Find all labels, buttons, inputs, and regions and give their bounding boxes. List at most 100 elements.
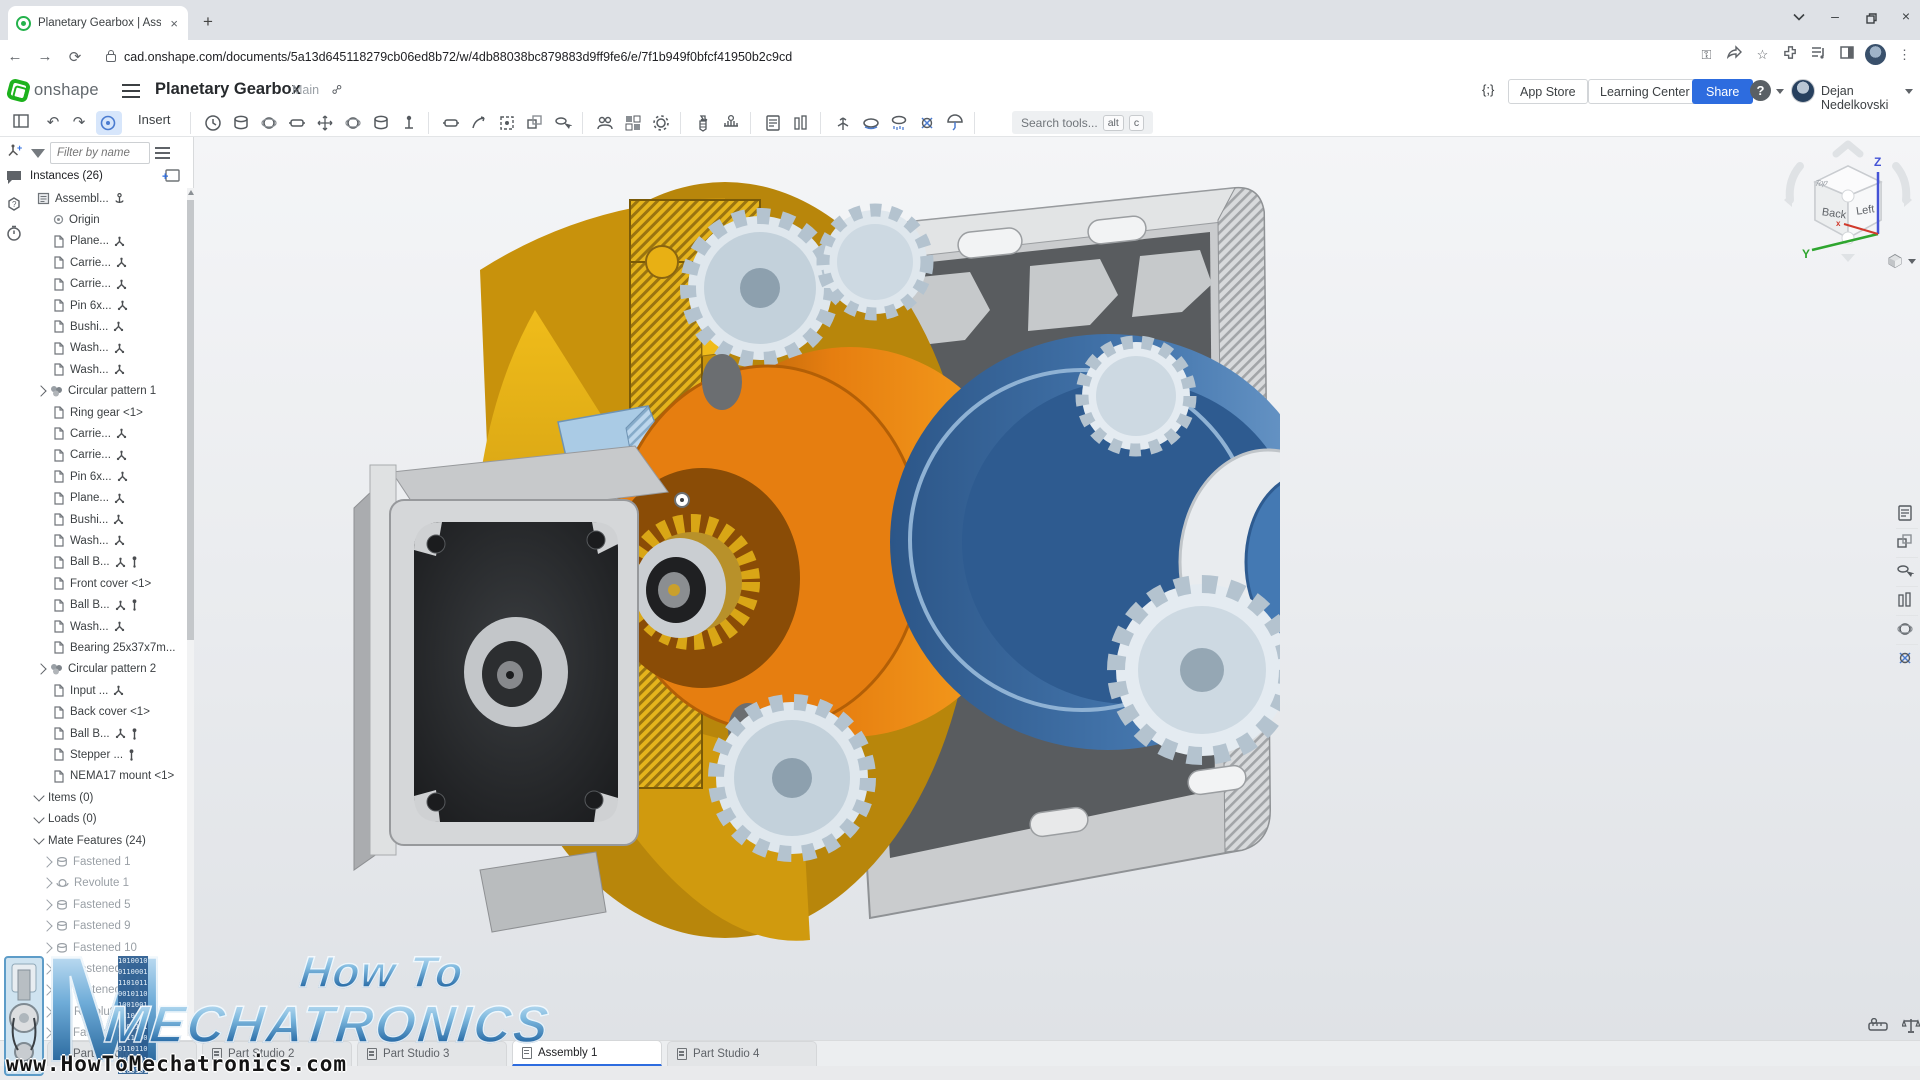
tree-item-front-cover-1[interactable]: Front cover <1> [53,573,151,594]
parallel-mate-icon[interactable] [440,113,462,133]
chevron-right-icon[interactable] [35,664,46,675]
cylindrical-mate-icon[interactable] [370,113,392,133]
tree-item-ball-b[interactable]: Ball B... [53,723,138,744]
tree-item-bearing-25x37x7m[interactable]: Bearing 25x37x7m... [53,637,175,658]
tab-close-icon[interactable]: × [168,16,180,31]
history-clock-icon[interactable] [202,113,224,133]
tree-item-revolute-1[interactable]: Revolute 1 [43,873,129,894]
measure-ruler-icon[interactable] [1868,1018,1888,1038]
bom-table-icon[interactable] [1896,504,1916,524]
active-tool-highlight[interactable] [96,111,122,135]
display-states-icon[interactable] [888,113,910,133]
tab-search-chevron-icon[interactable] [1786,8,1812,24]
tree-item-fastened-5[interactable]: Fastened 5 [43,894,131,915]
history-timer-icon[interactable] [6,225,24,243]
address-bar[interactable]: cad.onshape.com/documents/5a13d645118279… [96,45,1376,69]
planar-mate-icon[interactable] [314,113,336,133]
app-store-button[interactable]: App Store [1508,79,1588,104]
new-tab-button[interactable]: + [196,12,220,32]
tree-item-back-cover-1[interactable]: Back cover <1> [53,702,150,723]
tab-part-studio-2[interactable]: Part Studio 2 [202,1041,352,1066]
chevron-right-icon[interactable] [41,878,52,889]
help-caret-icon[interactable] [1776,89,1784,94]
tab-part-studio-1[interactable]: Part Studio 1 [47,1041,197,1066]
tree-item-bushi[interactable]: Bushi... [53,509,124,530]
tree-item-ball-b[interactable]: Ball B... [53,552,138,573]
browser-menu-kebab-icon[interactable]: ⋮ [1895,45,1914,64]
tree-item-carrie[interactable]: Carrie... [53,252,127,273]
password-key-icon[interactable]: ⚿ [1697,45,1716,64]
tab-manager-icon[interactable] [6,1043,21,1063]
share-page-icon[interactable] [1725,45,1744,64]
redo-icon[interactable]: ↷ [68,113,90,133]
select-scope-icon[interactable] [496,113,518,133]
reload-icon[interactable]: ⟳ [60,48,90,66]
tree-item-carrie[interactable]: Carrie... [53,274,127,295]
chevron-down-icon[interactable] [33,833,44,844]
reading-list-icon[interactable] [1809,45,1828,64]
replicate-icon[interactable] [524,113,546,133]
interference-icon[interactable] [790,113,812,133]
workspace-name[interactable]: Main [292,83,319,97]
shortcut-toolbar-icon[interactable] [1896,649,1916,669]
view-cube[interactable]: Back Left Top Z Y x [1778,138,1918,268]
tree-item-nema17-mount-1[interactable]: NEMA17 mount <1> [53,766,174,787]
chevron-right-icon[interactable] [41,963,52,974]
tree-item-fastened-4[interactable]: Fastened 4 [43,1023,131,1040]
browser-profile-avatar[interactable] [1865,44,1886,65]
pattern-icon[interactable] [622,113,644,133]
tree-item-assembl[interactable]: Assembl... [37,188,125,209]
user-avatar[interactable] [1791,79,1815,103]
drag-part-icon[interactable] [552,113,574,133]
tree-item-wash[interactable]: Wash... [53,338,125,359]
rack-pinion-icon[interactable] [720,113,742,133]
snap-mode-icon[interactable] [468,113,490,133]
forward-icon[interactable]: → [30,48,60,65]
list-view-icon[interactable] [155,147,170,159]
group-icon[interactable] [594,113,616,133]
tree-item-fastened-9[interactable]: Fastened 9 [43,916,131,937]
gear-relation-icon[interactable] [650,113,672,133]
user-menu-caret-icon[interactable] [1905,89,1913,94]
chevron-down-icon[interactable] [33,812,44,823]
back-icon[interactable]: ← [0,48,30,65]
add-tab-icon[interactable]: + [31,1043,41,1063]
undo-icon[interactable]: ↶ [42,113,64,133]
pin-slot-mate-icon[interactable] [398,113,420,133]
tree-item-wash[interactable]: Wash... [53,530,125,551]
panel-toggle-icon[interactable] [10,113,32,133]
tree-item-ring-gear-1[interactable]: Ring gear <1> [53,402,143,423]
mate-connector-add-icon[interactable]: + [6,143,24,161]
tree-item-bushi[interactable]: Bushi... [53,316,124,337]
tab-part-studio-3[interactable]: Part Studio 3 [357,1041,507,1066]
revolute-mate-icon[interactable] [258,113,280,133]
tab-part-studio-4[interactable]: Part Studio 4 [667,1041,817,1066]
onshape-logo[interactable]: onshape [8,80,99,101]
comments-icon[interactable] [6,170,24,188]
tree-item-stepper[interactable]: Stepper ... [53,744,135,765]
screw-relation-icon[interactable] [692,113,714,133]
side-panel-icon[interactable] [1837,45,1856,64]
tree-item-wash[interactable]: Wash... [53,359,125,380]
tree-item-fastened-10[interactable]: Fastened 10 [43,937,137,958]
tree-item-wash[interactable]: Wash... [53,616,125,637]
api-explorer-icon[interactable]: {;} [1482,82,1494,97]
tree-item-items-0[interactable]: Items (0) [35,787,93,808]
chevron-right-icon[interactable] [41,985,52,996]
tree-item-origin[interactable]: Origin [53,209,100,230]
explode-view-icon[interactable] [832,113,854,133]
section-tool-icon[interactable] [1896,591,1916,611]
document-menu-icon[interactable] [122,84,140,98]
filter-funnel-icon[interactable] [31,149,45,158]
slider-mate-icon[interactable] [286,113,308,133]
chevron-right-icon[interactable] [35,385,46,396]
tree-item-pin-6x[interactable]: Pin 6x... [53,295,128,316]
feature-info-icon[interactable]: ? [6,195,24,213]
fastened-mate-icon[interactable] [230,113,252,133]
tree-item-carrie[interactable]: Carrie... [53,445,127,466]
bom-icon[interactable] [762,113,784,133]
panel-scrollbar-thumb[interactable] [187,200,194,640]
selection-tools-icon[interactable] [1896,562,1916,582]
ball-mate-icon[interactable] [342,113,364,133]
window-close-button[interactable]: × [1893,8,1919,24]
